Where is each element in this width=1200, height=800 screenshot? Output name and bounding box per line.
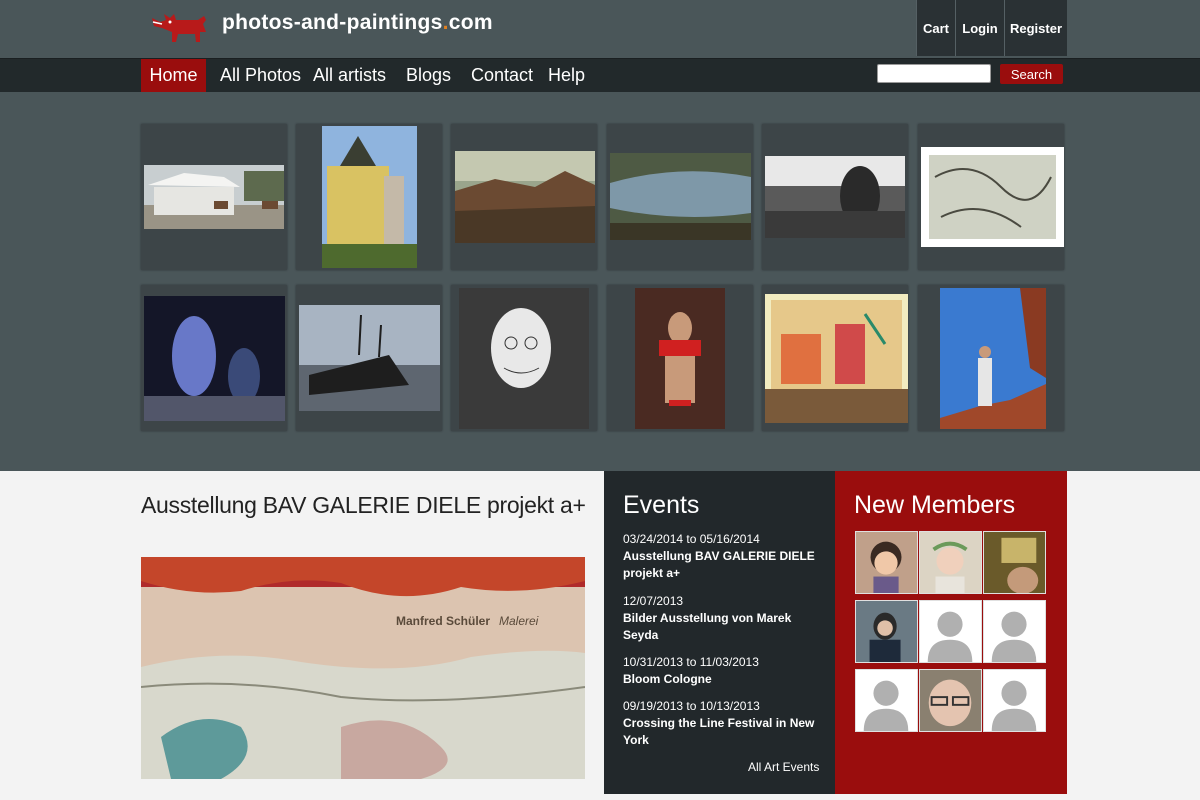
girl-flower-crown-avatar [920, 532, 981, 593]
man-glasses-avatar [920, 670, 981, 731]
event-link[interactable]: Ausstellung BAV GALERIE DIELE projekt a+ [623, 548, 823, 582]
all-events-link[interactable]: All Art Events [748, 760, 819, 774]
site-title[interactable]: photos-and-paintings.com [222, 11, 493, 35]
gallery-tile[interactable] [918, 124, 1064, 270]
nav-home[interactable]: Home [141, 59, 206, 92]
feature-artist-text: Manfred Schüler [396, 614, 490, 628]
shipwreck-sunset-photo [299, 305, 440, 411]
site-logo-icon[interactable] [148, 10, 210, 46]
gallery-tile[interactable] [607, 285, 753, 431]
colorful-town-painting-photo [765, 294, 908, 423]
gallery-tile[interactable] [762, 124, 908, 270]
gallery-tile[interactable] [296, 285, 442, 431]
nav-all-artists[interactable]: All artists [313, 59, 386, 92]
event-link[interactable]: Bilder Ausstellung von Marek Seyda [623, 610, 823, 644]
red-bikini-model-photo [635, 288, 725, 429]
gallery-tile[interactable] [607, 124, 753, 270]
night-figures-sculpture-photo [144, 296, 285, 421]
gallery-tile[interactable] [762, 285, 908, 431]
member-avatar[interactable] [919, 531, 982, 594]
member-avatar[interactable] [855, 669, 918, 732]
default-avatar [984, 601, 1045, 662]
feature-suffix-text: Malerei [499, 614, 539, 628]
cartoon-girl-avatar [856, 532, 917, 593]
nav-help[interactable]: Help [548, 59, 585, 92]
event-date: 09/19/2013 to 10/13/2013 [623, 699, 760, 713]
nav-contact[interactable]: Contact [471, 59, 533, 92]
search-input[interactable] [877, 64, 991, 83]
event-date: 10/31/2013 to 11/03/2013 [623, 655, 759, 669]
member-avatar[interactable] [983, 600, 1046, 663]
default-avatar [984, 670, 1045, 731]
member-avatar[interactable] [919, 600, 982, 663]
valley-landscape-photo [455, 151, 595, 243]
default-avatar [856, 670, 917, 731]
sign-photo-avatar [984, 532, 1045, 593]
yellow-palace-statue-photo [322, 126, 417, 268]
event-link[interactable]: Bloom Cologne [623, 671, 823, 688]
site-title-tld: com [448, 11, 493, 34]
register-button[interactable]: Register [1004, 0, 1067, 56]
gallery-tile[interactable] [451, 124, 597, 270]
woman-bw-photo [765, 156, 905, 238]
nav-blogs[interactable]: Blogs [406, 59, 451, 92]
feature-painting-image[interactable]: Manfred Schüler Malerei [141, 557, 585, 779]
woman-red-cliff-photo [940, 288, 1046, 429]
gallery-tile[interactable] [296, 124, 442, 270]
member-avatar[interactable] [919, 669, 982, 732]
member-avatar[interactable] [855, 600, 918, 663]
cart-button[interactable]: Cart [916, 0, 955, 56]
gallery-tile[interactable] [141, 124, 287, 270]
events-title: Events [623, 491, 700, 519]
search-button[interactable]: Search [1000, 64, 1063, 84]
feature-title[interactable]: Ausstellung BAV GALERIE DIELE projekt a+ [141, 492, 586, 519]
river-stream-photo [610, 153, 751, 240]
abstract-drawing-photo [921, 147, 1064, 247]
login-button[interactable]: Login [955, 0, 1004, 56]
member-avatar[interactable] [983, 669, 1046, 732]
site-title-main: photos-and-paintings [222, 11, 443, 34]
new-members-title: New Members [854, 491, 1016, 519]
event-date: 12/07/2013 [623, 594, 684, 608]
gallery-tile[interactable] [141, 285, 287, 431]
gallery-tile[interactable] [918, 285, 1064, 431]
event-date: 03/24/2014 to 05/16/2014 [623, 532, 760, 546]
nav-all-photos[interactable]: All Photos [220, 59, 301, 92]
member-avatar[interactable] [855, 531, 918, 594]
white-pavilion-horses-photo [144, 165, 284, 229]
event-link[interactable]: Crossing the Line Festival in New York [623, 715, 823, 749]
face-sketch-photo [459, 288, 589, 429]
member-avatar[interactable] [983, 531, 1046, 594]
default-avatar [920, 601, 981, 662]
woman-sitting-avatar [856, 601, 917, 662]
gallery-tile[interactable] [451, 285, 597, 431]
